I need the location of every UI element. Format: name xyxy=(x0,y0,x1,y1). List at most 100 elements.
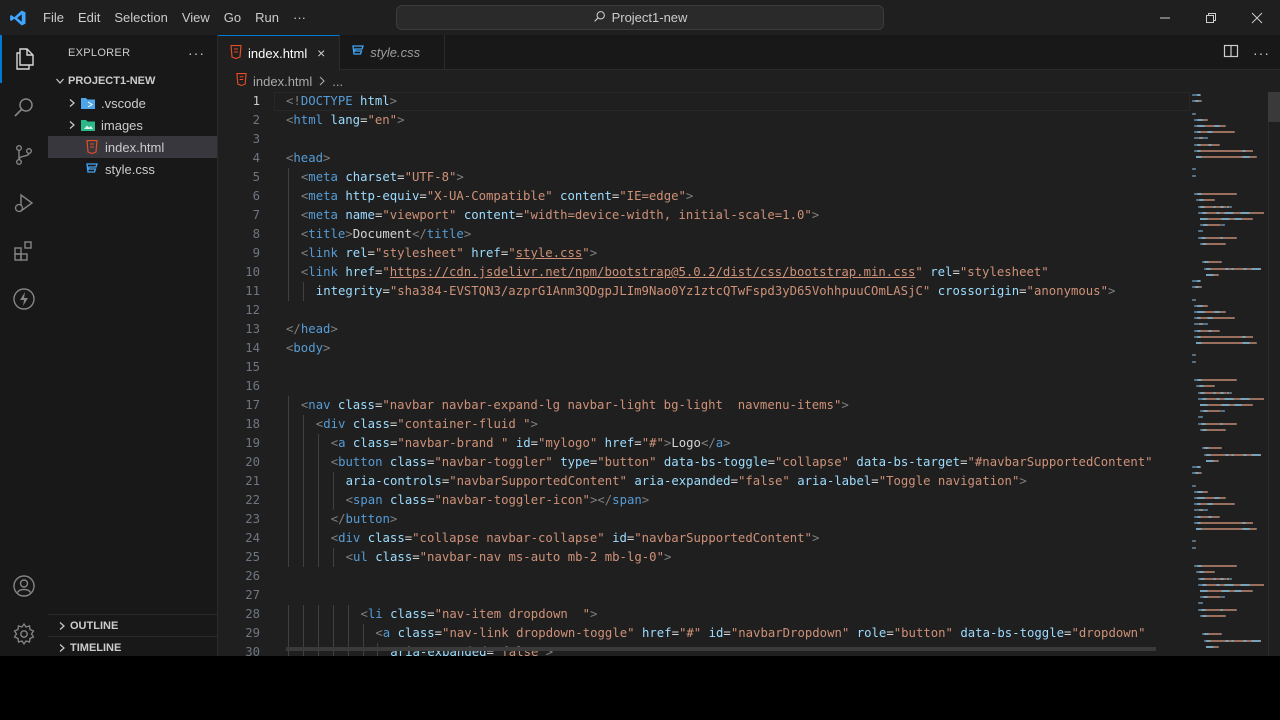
more-actions-icon[interactable]: ··· xyxy=(1253,45,1270,61)
code-line[interactable]: 15 xyxy=(218,358,1188,377)
code-line[interactable]: 24 <div class="collapse navbar-collapse" … xyxy=(218,529,1188,548)
tab-label: index.html xyxy=(248,45,308,61)
minimap-line xyxy=(1242,590,1252,592)
search-icon[interactable] xyxy=(0,83,48,131)
indent-guide xyxy=(347,605,349,624)
vertical-scrollbar[interactable] xyxy=(1268,92,1280,656)
minimap-line xyxy=(1225,583,1233,586)
minimap-line xyxy=(1205,391,1213,394)
split-editor-icon[interactable] xyxy=(1223,43,1239,62)
code-line[interactable]: 14 <body> xyxy=(218,339,1188,358)
indent-guide xyxy=(288,396,289,415)
outline-section[interactable]: OUTLINE xyxy=(48,614,218,636)
vscode-logo-icon xyxy=(0,0,36,35)
code-line[interactable]: 17 <nav class="navbar navbar-expand-lg na… xyxy=(218,396,1188,415)
close-icon[interactable]: × xyxy=(313,45,329,61)
code-line[interactable]: 13 </head> xyxy=(218,320,1188,339)
minimap-line xyxy=(1202,335,1241,338)
line-number: 15 xyxy=(245,360,260,374)
chevron-down-icon xyxy=(52,76,68,86)
menu-run[interactable]: Run xyxy=(248,0,286,35)
menu-selection[interactable]: Selection xyxy=(107,0,174,35)
code-line[interactable]: 20 <button class="navbar-toggler" type="b… xyxy=(218,453,1188,472)
tree-item-style-css[interactable]: style.css xyxy=(48,158,217,180)
breadcrumb-rest[interactable]: ... xyxy=(332,74,343,89)
minimap-line xyxy=(1222,404,1229,406)
tree-item-images[interactable]: images xyxy=(48,114,217,136)
timeline-section[interactable]: TIMELINE xyxy=(48,636,218,658)
code-line[interactable]: 26 xyxy=(218,567,1188,586)
indent-guide xyxy=(317,472,319,491)
indent-guide xyxy=(288,472,289,491)
tree-item-index-html[interactable]: index.html xyxy=(48,136,217,158)
minimize-icon[interactable] xyxy=(1142,0,1188,35)
code-line[interactable]: 2 <html lang="en"> xyxy=(218,111,1188,130)
indent-guide xyxy=(288,434,289,453)
code-line[interactable]: 1 <!DOCTYPE html> xyxy=(218,92,1188,111)
code-line[interactable]: 25 <ul class="navbar-nav ms-auto mb-2 mb-… xyxy=(218,548,1188,567)
tree-item-vscode[interactable]: .vscode xyxy=(48,92,217,114)
minimap-line xyxy=(1207,583,1216,586)
minimap-line xyxy=(1200,466,1201,468)
code-line[interactable]: 6 <meta http-equiv="X-UA-Compatible" cont… xyxy=(218,187,1188,206)
minimap-line xyxy=(1241,397,1249,400)
explorer-icon[interactable] xyxy=(0,35,48,83)
code-line[interactable]: 11 integrity="sha384-EVSTQN3/azprG1Anm3QD… xyxy=(218,282,1188,301)
code-text: <div class="collapse navbar-collapse" id… xyxy=(330,531,820,545)
close-icon[interactable] xyxy=(1234,0,1280,35)
menu-more[interactable]: ··· xyxy=(286,0,313,35)
code-line[interactable]: 9 <link rel="stylesheet" href="style.css"… xyxy=(218,244,1188,263)
minimap-line xyxy=(1236,193,1237,196)
run-debug-icon[interactable] xyxy=(0,179,48,227)
line-number: 7 xyxy=(252,208,260,222)
horizontal-scrollbar[interactable] xyxy=(286,647,1156,651)
tab-index-html[interactable]: index.html × xyxy=(218,35,341,70)
code-line[interactable]: 10 <link href="https://cdn.jsdelivr.net/n… xyxy=(218,263,1188,282)
settings-gear-icon[interactable] xyxy=(0,610,48,658)
command-center-search[interactable]: Project1-new xyxy=(396,5,884,30)
code-line[interactable]: 28 <li class="nav-item dropdown "> xyxy=(218,605,1188,624)
minimap-line xyxy=(1207,118,1208,121)
code-line[interactable]: 3 xyxy=(218,130,1188,149)
code-line[interactable]: 21 aria-controls="navbarSupportedContent"… xyxy=(218,472,1188,491)
tree-item-label: .vscode xyxy=(101,95,146,111)
code-line[interactable]: 23 </button> xyxy=(218,510,1188,529)
code-line[interactable]: 18 <div class="container-fluid "> xyxy=(218,415,1188,434)
menu-view[interactable]: View xyxy=(175,0,217,35)
source-control-icon[interactable] xyxy=(0,131,48,179)
code-text: aria-controls="navbarSupportedContent" a… xyxy=(345,474,1027,488)
project-folder-row[interactable]: PROJECT1-NEW xyxy=(48,70,217,92)
menu-edit[interactable]: Edit xyxy=(71,0,107,35)
code-line[interactable]: 5 <meta charset="UTF-8"> xyxy=(218,168,1188,187)
minimap-line xyxy=(1207,614,1225,617)
code-line[interactable]: 4 <head> xyxy=(218,149,1188,168)
minimap[interactable] xyxy=(1188,92,1268,656)
code-line[interactable]: 22 <span class="navbar-toggler-icon"></sp… xyxy=(218,491,1188,510)
code-text: <meta name="viewport" content="width=dev… xyxy=(300,208,820,222)
code-line[interactable]: 16 xyxy=(218,377,1188,396)
minimap-line xyxy=(1242,218,1252,220)
code-line[interactable]: 27 xyxy=(218,586,1188,605)
restore-icon[interactable] xyxy=(1188,0,1234,35)
code-line[interactable]: 29 <a class="nav-link dropdown-toggle" hr… xyxy=(218,624,1188,643)
minimap-line xyxy=(1209,633,1221,636)
accounts-icon[interactable] xyxy=(0,562,48,610)
minimap-line xyxy=(1246,521,1253,524)
menu-go[interactable]: Go xyxy=(217,0,248,35)
minimap-line xyxy=(1195,484,1196,487)
extensions-icon[interactable] xyxy=(0,227,48,275)
code-line[interactable]: 8 <title>Document</title> xyxy=(218,225,1188,244)
code-editor[interactable]: 1 <!DOCTYPE html> 2 <html lang="en"> 3 4 <head… xyxy=(218,92,1188,656)
minimap-line xyxy=(1223,608,1236,611)
line-number: 22 xyxy=(245,493,260,507)
breadcrumb-file[interactable]: index.html xyxy=(253,74,312,89)
scrollbar-thumb[interactable] xyxy=(1268,92,1280,122)
tab-style-css[interactable]: style.css xyxy=(340,35,446,70)
explorer-more-button[interactable]: ··· xyxy=(188,45,205,61)
minimap-line xyxy=(1205,311,1214,313)
thunder-client-icon[interactable] xyxy=(0,275,48,323)
code-line[interactable]: 7 <meta name="viewport" content="width=de… xyxy=(218,206,1188,225)
menu-file[interactable]: File xyxy=(36,0,71,35)
code-line[interactable]: 19 <a class="navbar-brand " id="mylogo" h… xyxy=(218,434,1188,453)
code-line[interactable]: 12 xyxy=(218,301,1188,320)
